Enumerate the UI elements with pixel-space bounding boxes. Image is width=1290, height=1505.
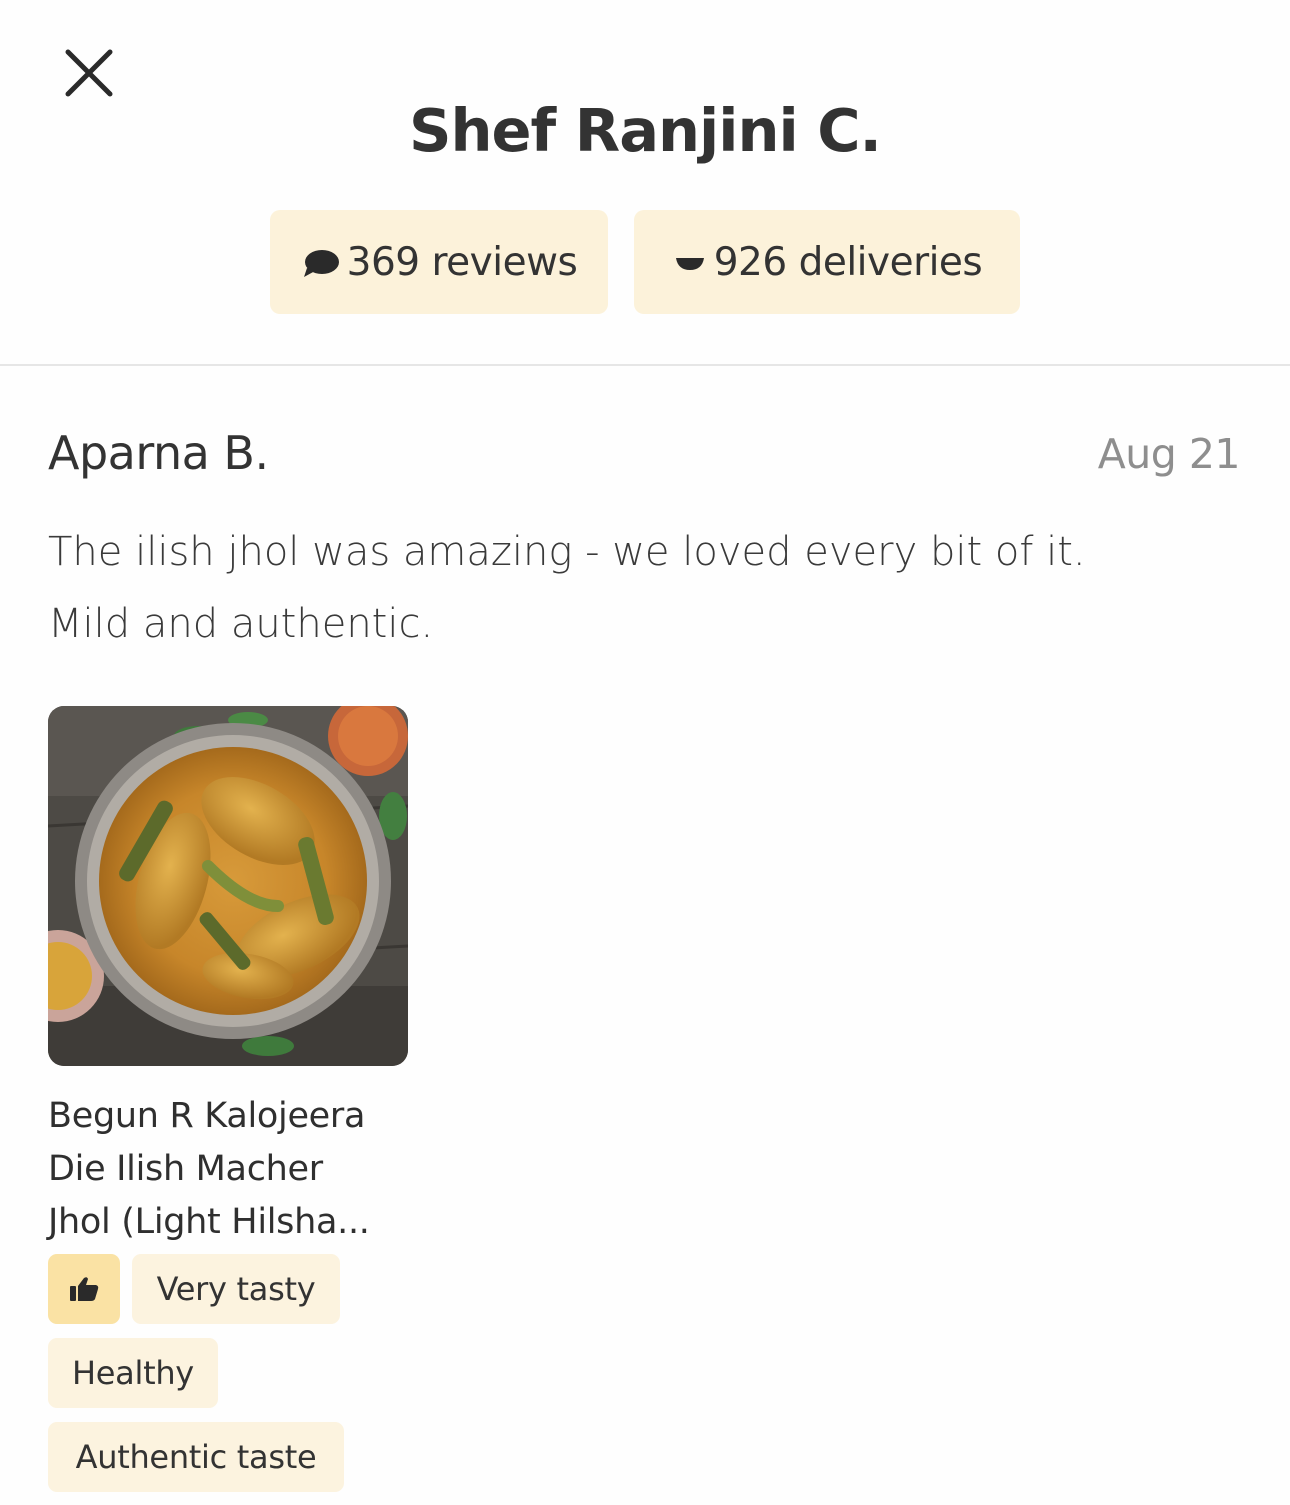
review-text-line: Mild and authentic. [48, 601, 434, 647]
dish-name-line: Jhol (Light Hilsha... [48, 1202, 370, 1242]
bowl-icon [675, 258, 704, 270]
speech-bubble-icon [303, 250, 339, 277]
deliveries-count-label: 926 deliveries [713, 239, 983, 285]
dish-photo[interactable] [48, 706, 408, 1066]
tag-healthy: Healthy [48, 1338, 218, 1408]
tag-very-tasty: Very tasty [132, 1254, 340, 1324]
review-text-line: The ilish jhol was amazing - we loved ev… [48, 529, 1086, 575]
reviews-count-label: 369 reviews [346, 239, 578, 285]
header-divider [0, 364, 1290, 366]
thumbs-up-tag [48, 1254, 120, 1324]
reviews-count-button[interactable]: 369 reviews [270, 210, 608, 314]
dish-name-line: Die Ilish Macher [48, 1149, 323, 1189]
review-date: Aug 21 [1097, 430, 1241, 478]
chef-name-title: Shef Ranjini C. [409, 96, 882, 165]
review-text: The ilish jhol was amazing - we loved ev… [48, 516, 1228, 660]
dish-photo-image [48, 706, 408, 1066]
chef-stats: 369 reviews 926 deliveries [0, 210, 1290, 314]
dish-name[interactable]: Begun R Kalojeera Die Ilish Macher Jhol … [48, 1090, 418, 1249]
close-button[interactable] [58, 48, 118, 98]
dish-name-line: Begun R Kalojeera [48, 1096, 366, 1136]
tag-authentic-taste: Authentic taste [48, 1422, 344, 1492]
reviewer-name: Aparna B. [48, 426, 269, 480]
deliveries-count-button[interactable]: 926 deliveries [634, 210, 1020, 314]
close-icon [65, 49, 113, 97]
thumbs-up-icon [70, 1277, 99, 1301]
